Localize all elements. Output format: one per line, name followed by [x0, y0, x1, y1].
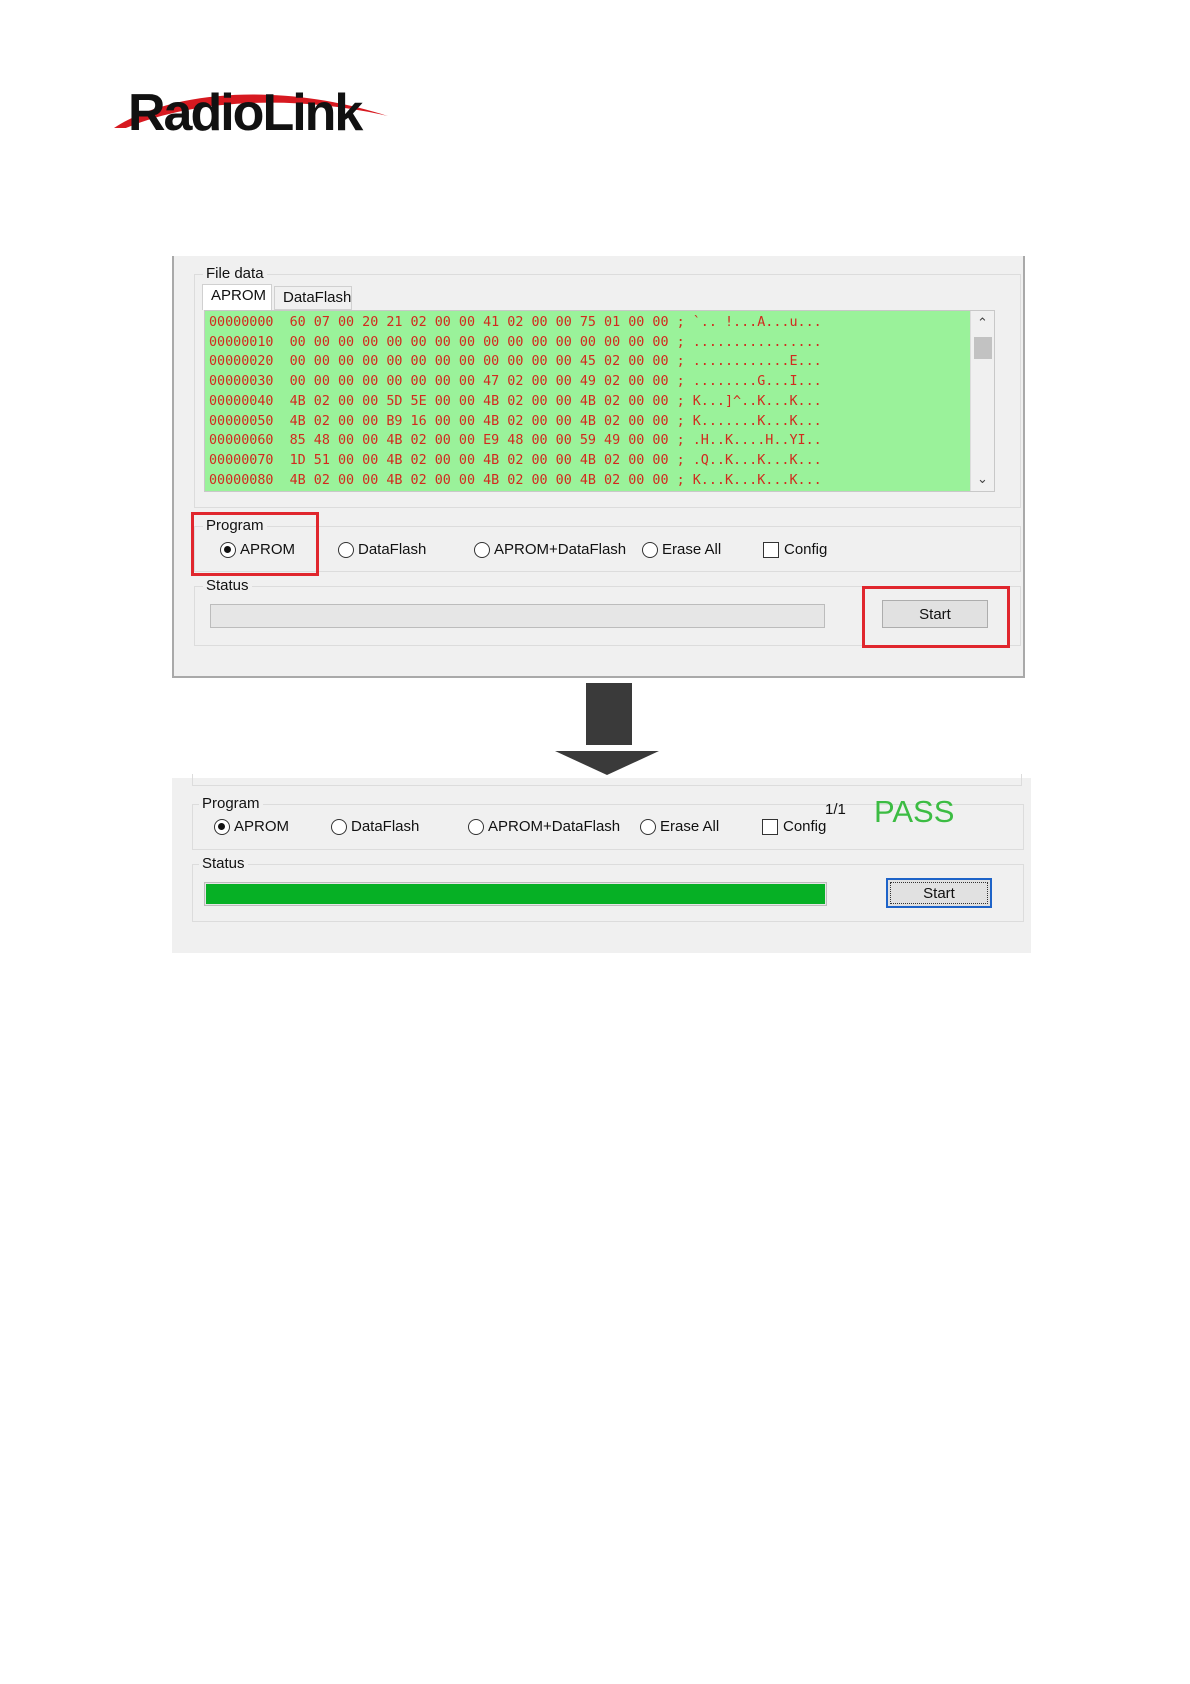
- radio-erase-all[interactable]: Erase All: [642, 541, 721, 558]
- file-data-title: File data: [203, 265, 267, 282]
- status-title: Status: [199, 855, 248, 872]
- tab-aprom[interactable]: APROM: [202, 284, 272, 310]
- programmer-window-before: File data APROM DataFlash 00000000 60 07…: [172, 256, 1025, 678]
- radio-circle-icon: [338, 541, 354, 558]
- scroll-down-icon[interactable]: ⌄: [971, 469, 994, 489]
- radio-label: DataFlash: [358, 541, 427, 558]
- radio-label: APROM+DataFlash: [494, 541, 627, 558]
- scroll-up-icon[interactable]: ⌃: [971, 313, 994, 333]
- hex-line: 00000000 60 07 00 20 21 02 00 00 41 02 0…: [209, 315, 822, 330]
- radio-label: DataFlash: [351, 818, 420, 835]
- hex-line: 00000040 4B 02 00 00 5D 5E 00 00 4B 02 0…: [209, 393, 822, 409]
- radio-erase-all[interactable]: Erase All: [640, 818, 719, 835]
- radio-circle-icon: [640, 818, 656, 835]
- hex-line: 00000060 85 48 00 00 4B 02 00 00 E9 48 0…: [209, 433, 822, 449]
- radio-circle-icon: [214, 818, 230, 835]
- hex-scrollbar[interactable]: ⌃ ⌄: [970, 311, 994, 491]
- start-highlight-box: [862, 586, 1010, 648]
- program-title: Program: [199, 795, 263, 812]
- tab-dataflash[interactable]: DataFlash: [274, 286, 352, 310]
- hex-data-view[interactable]: 00000000 60 07 00 20 21 02 00 00 41 02 0…: [204, 310, 995, 492]
- radio-circle-icon: [468, 818, 484, 835]
- radio-label: APROM+DataFlash: [488, 818, 621, 835]
- radiolink-logo: RadioLink: [112, 72, 392, 142]
- status-title: Status: [203, 577, 252, 594]
- program-count: 1/1: [825, 801, 846, 818]
- hex-line: 00000070 1D 51 00 00 4B 02 00 00 4B 02 0…: [209, 452, 822, 468]
- hex-line: 00000050 4B 02 00 00 B9 16 00 00 4B 02 0…: [209, 413, 822, 429]
- status-progress-bar: [204, 882, 827, 906]
- config-checkbox[interactable]: Config: [762, 818, 826, 835]
- hex-line: 00000020 00 00 00 00 00 00 00 00 00 00 0…: [209, 354, 822, 370]
- radio-aprom[interactable]: APROM: [214, 818, 289, 835]
- arrow-down-icon: [555, 683, 659, 775]
- checkbox-square-icon: [763, 541, 779, 558]
- hex-line: 00000080 4B 02 00 00 4B 02 00 00 4B 02 0…: [209, 472, 822, 488]
- start-button[interactable]: Start: [886, 878, 992, 908]
- radio-dataflash[interactable]: DataFlash: [331, 818, 419, 835]
- status-progress-bar: [210, 604, 825, 628]
- checkbox-label: Config: [783, 818, 827, 835]
- progress-fill: [206, 884, 825, 904]
- scroll-thumb[interactable]: [974, 337, 992, 359]
- hex-line: 00000030 00 00 00 00 00 00 00 00 47 02 0…: [209, 374, 822, 390]
- result-pass-label: PASS: [874, 794, 955, 829]
- top-edge: [192, 774, 1022, 786]
- radio-label: Erase All: [662, 541, 722, 558]
- radio-label: Erase All: [660, 818, 720, 835]
- radio-label: APROM: [234, 818, 290, 835]
- config-checkbox[interactable]: Config: [763, 541, 827, 558]
- hex-line: 00000010 00 00 00 00 00 00 00 00 00 00 0…: [209, 334, 822, 350]
- svg-text:RadioLink: RadioLink: [128, 84, 363, 142]
- radio-circle-icon: [331, 818, 347, 835]
- radio-circle-icon: [642, 541, 658, 558]
- radio-aprom-dataflash[interactable]: APROM+DataFlash: [468, 818, 620, 835]
- radio-aprom-dataflash[interactable]: APROM+DataFlash: [474, 541, 626, 558]
- radio-circle-icon: [474, 541, 490, 558]
- checkbox-square-icon: [762, 818, 778, 835]
- radio-dataflash[interactable]: DataFlash: [338, 541, 426, 558]
- checkbox-label: Config: [784, 541, 828, 558]
- aprom-highlight-box: [191, 512, 319, 576]
- programmer-window-after: Program APROM DataFlash APROM+DataFlash …: [172, 774, 1031, 953]
